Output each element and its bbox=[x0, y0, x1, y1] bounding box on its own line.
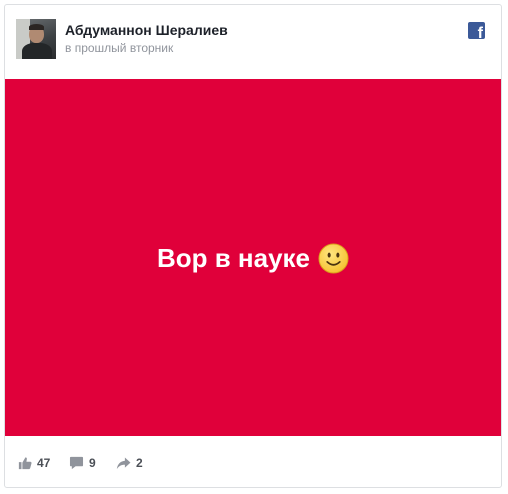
comment-count[interactable]: 9 bbox=[69, 455, 96, 471]
comment-count-value: 9 bbox=[89, 456, 96, 470]
share-arrow-icon bbox=[116, 456, 131, 469]
smiley-face-icon bbox=[318, 243, 349, 274]
post-timestamp[interactable]: в прошлый вторник bbox=[65, 41, 173, 55]
post-footer: 47 9 2 bbox=[5, 436, 501, 487]
comment-icon bbox=[69, 456, 84, 470]
thumbs-up-icon bbox=[18, 457, 32, 470]
author-name[interactable]: Абдуманнон Шералиев bbox=[65, 22, 228, 38]
avatar-body bbox=[22, 43, 52, 59]
facebook-icon[interactable]: f bbox=[468, 22, 485, 39]
facebook-icon-glyph: f bbox=[477, 25, 483, 40]
post-image[interactable]: Вор в науке bbox=[5, 79, 501, 436]
share-count[interactable]: 2 bbox=[116, 455, 143, 471]
post-header: Абдуманнон Шералиев в прошлый вторник f bbox=[5, 5, 501, 79]
author-avatar[interactable] bbox=[16, 19, 56, 59]
post-image-content: Вор в науке bbox=[157, 243, 349, 274]
share-count-value: 2 bbox=[136, 456, 143, 470]
like-count-value: 47 bbox=[37, 456, 51, 470]
post-image-text: Вор в науке bbox=[156, 243, 311, 273]
like-count[interactable]: 47 bbox=[18, 455, 50, 471]
avatar-hair bbox=[29, 24, 44, 30]
facebook-post-embed: Абдуманнон Шералиев в прошлый вторник f … bbox=[4, 4, 502, 488]
